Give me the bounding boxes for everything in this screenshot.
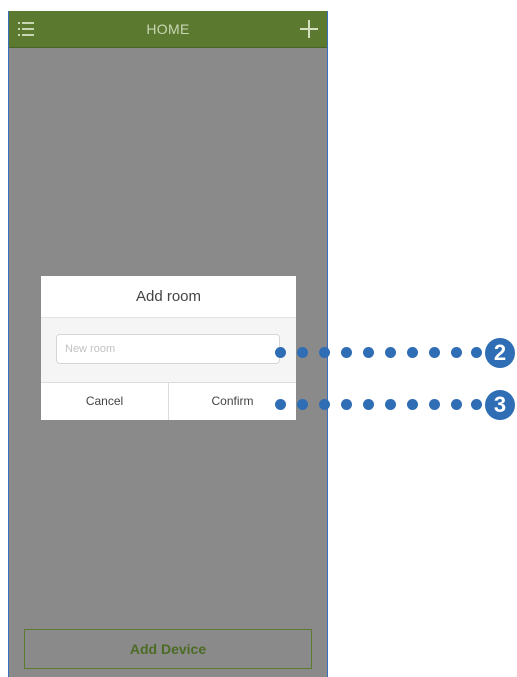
callout-number: 2 — [485, 338, 515, 368]
dialog-actions: Cancel Confirm — [41, 383, 296, 420]
page-title: HOME — [146, 21, 190, 37]
dialog-title: Add room — [41, 276, 296, 318]
room-name-input[interactable] — [56, 334, 280, 364]
plus-icon[interactable] — [300, 20, 318, 38]
callout-number: 3 — [485, 390, 515, 420]
callout-3: 3 — [275, 390, 517, 420]
cancel-button[interactable]: Cancel — [41, 383, 169, 420]
dialog-body — [41, 318, 296, 383]
add-device-button[interactable]: Add Device — [24, 629, 312, 669]
add-room-dialog: Add room Cancel Confirm — [41, 276, 296, 420]
top-app-bar: HOME — [9, 11, 327, 48]
callout-2: 2 — [275, 338, 517, 368]
